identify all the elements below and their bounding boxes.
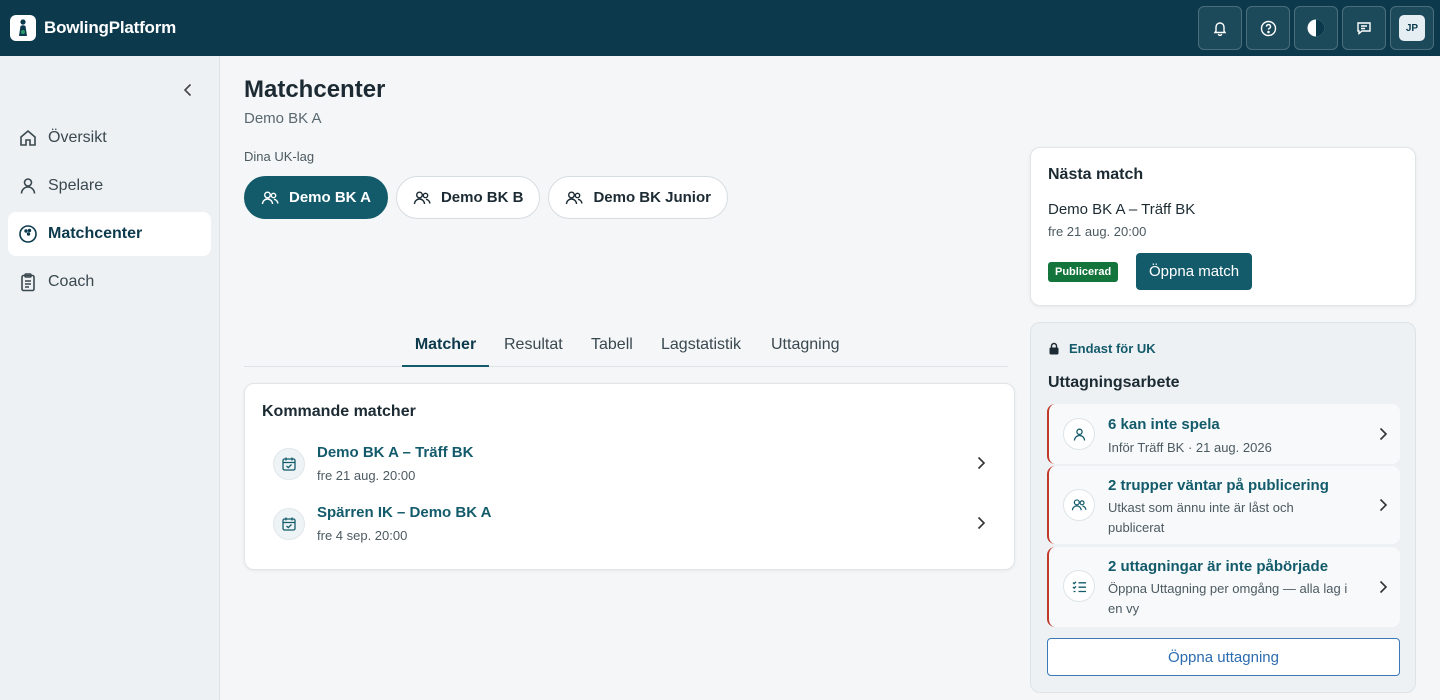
chat-icon [1357,22,1371,35]
list-item[interactable]: Spärren IK – Demo BK A fre 4 sep. 20:00 [273,504,989,548]
next-match-card: Nästa match Demo BK A – Träff BK fre 21 … [1030,147,1416,306]
users-icon [1063,489,1095,521]
task-title: 2 uttagningar är inte påbörjade [1108,558,1329,575]
task-description: Utkast som ännu inte är låst och publice… [1108,500,1294,535]
team-pill-demo-bk-junior[interactable]: Demo BK Junior [548,176,728,219]
calendar-icon [273,508,305,540]
chevron-left-icon [183,83,192,97]
home-icon [18,128,38,148]
next-match-teams: Demo BK A – Träff BK [1048,201,1196,218]
chevron-right-icon [973,514,989,532]
user-icon [1063,418,1095,450]
match-name: Demo BK A – Träff BK [317,444,474,461]
teams-label: Dina UK-lag [244,149,315,164]
task-description: Inför Träff BK · 21 aug. 2026 [1108,440,1272,455]
tab-tabell[interactable]: Tabell [591,330,633,367]
users-icon [413,190,431,206]
lock-icon [1048,342,1060,355]
uk-only-label: Endast för UK [1048,341,1156,356]
status-badge: Publicerad [1048,262,1119,282]
team-pill-demo-bk-b[interactable]: Demo BK B [395,176,541,219]
user-menu-button[interactable]: JP [1390,6,1434,50]
theme-toggle-button[interactable] [1294,6,1338,50]
users-icon [565,190,583,206]
chevron-right-icon [1375,578,1391,596]
uk-only-text: Endast för UK [1069,341,1156,356]
chevron-right-icon [973,454,989,472]
task-selections-not-started[interactable]: 2 uttagningar är inte påbörjade Öppna Ut… [1047,547,1400,627]
upcoming-matches-title: Kommande matcher [262,403,416,420]
next-match-time: fre 21 aug. 20:00 [1048,224,1147,239]
help-icon [1260,20,1276,36]
team-selector: Demo BK A Demo BK B Demo BK Junior [244,176,728,219]
task-title: 6 kan inte spela [1108,416,1220,433]
user-icon [18,176,38,196]
match-name: Spärren IK – Demo BK A [317,504,492,521]
open-selection-button[interactable]: Öppna uttagning [1047,638,1400,676]
users-icon [261,190,279,206]
bowling-logo-icon [10,15,36,41]
uk-work-panel: Endast för UK Uttagningsarbete 6 kan int… [1030,322,1416,693]
team-pill-label: Demo BK Junior [593,189,711,206]
page-subtitle: Demo BK A [244,110,322,127]
list-item[interactable]: Demo BK A – Träff BK fre 21 aug. 20:00 [273,444,989,488]
chevron-right-icon [1375,496,1391,514]
match-time: fre 21 aug. 20:00 [317,468,416,483]
clipboard-icon [18,272,38,292]
match-tabs: Matcher Resultat Tabell Lagstatistik Utt… [244,330,1008,367]
feedback-button[interactable] [1342,6,1386,50]
sidebar-item-label: Spelare [48,177,104,194]
tab-resultat[interactable]: Resultat [504,330,563,367]
sidebar-nav: Översikt Spelare Matchcenter Coach [8,116,211,308]
match-time: fre 4 sep. 20:00 [317,528,408,543]
header-actions: JP [1198,6,1434,50]
next-match-title: Nästa match [1048,166,1144,183]
team-pill-demo-bk-a[interactable]: Demo BK A [244,176,388,219]
team-pill-label: Demo BK A [289,189,371,206]
team-pill-label: Demo BK B [440,189,524,206]
contrast-icon [1307,19,1325,37]
page-title: Matchcenter [244,76,386,103]
avatar: JP [1399,15,1425,41]
calendar-icon [273,448,305,480]
app-name: BowlingPlatform [44,18,177,37]
open-match-button[interactable]: Öppna match [1136,253,1253,290]
notifications-button[interactable] [1198,6,1242,50]
sidebar-item-spelare[interactable]: Spelare [8,164,211,208]
upcoming-matches-card: Kommande matcher Demo BK A – Träff BK fr… [244,383,1015,570]
chevron-right-icon [1375,425,1391,443]
sidebar-item-coach[interactable]: Coach [8,260,211,304]
list-check-icon [1063,570,1095,602]
collapse-sidebar-button[interactable] [178,80,198,100]
top-bar: BowlingPlatform JP [0,0,1440,56]
task-unavailable-players[interactable]: 6 kan inte spela Inför Träff BK · 21 aug… [1047,404,1400,464]
sidebar-item-matchcenter[interactable]: Matchcenter [8,212,211,256]
tab-uttagning[interactable]: Uttagning [771,330,840,367]
bowling-ball-icon [18,224,38,244]
task-description: Öppna Uttagning per omgång — alla lag i … [1108,581,1348,616]
tab-matcher[interactable]: Matcher [402,330,489,367]
brand[interactable]: BowlingPlatform [10,15,176,41]
bell-icon [1213,22,1227,36]
sidebar-item-label: Coach [48,273,95,290]
sidebar-item-label: Matchcenter [48,225,143,242]
task-title: 2 trupper väntar på publicering [1108,477,1329,494]
sidebar: Översikt Spelare Matchcenter Coach [0,56,220,700]
uk-panel-title: Uttagningsarbete [1048,374,1180,391]
sidebar-item-label: Översikt [48,129,107,146]
sidebar-item-oversikt[interactable]: Översikt [8,116,211,160]
task-squads-awaiting-publish[interactable]: 2 trupper väntar på publicering Utkast s… [1047,466,1400,544]
tab-lagstatistik[interactable]: Lagstatistik [661,330,741,367]
help-button[interactable] [1246,6,1290,50]
